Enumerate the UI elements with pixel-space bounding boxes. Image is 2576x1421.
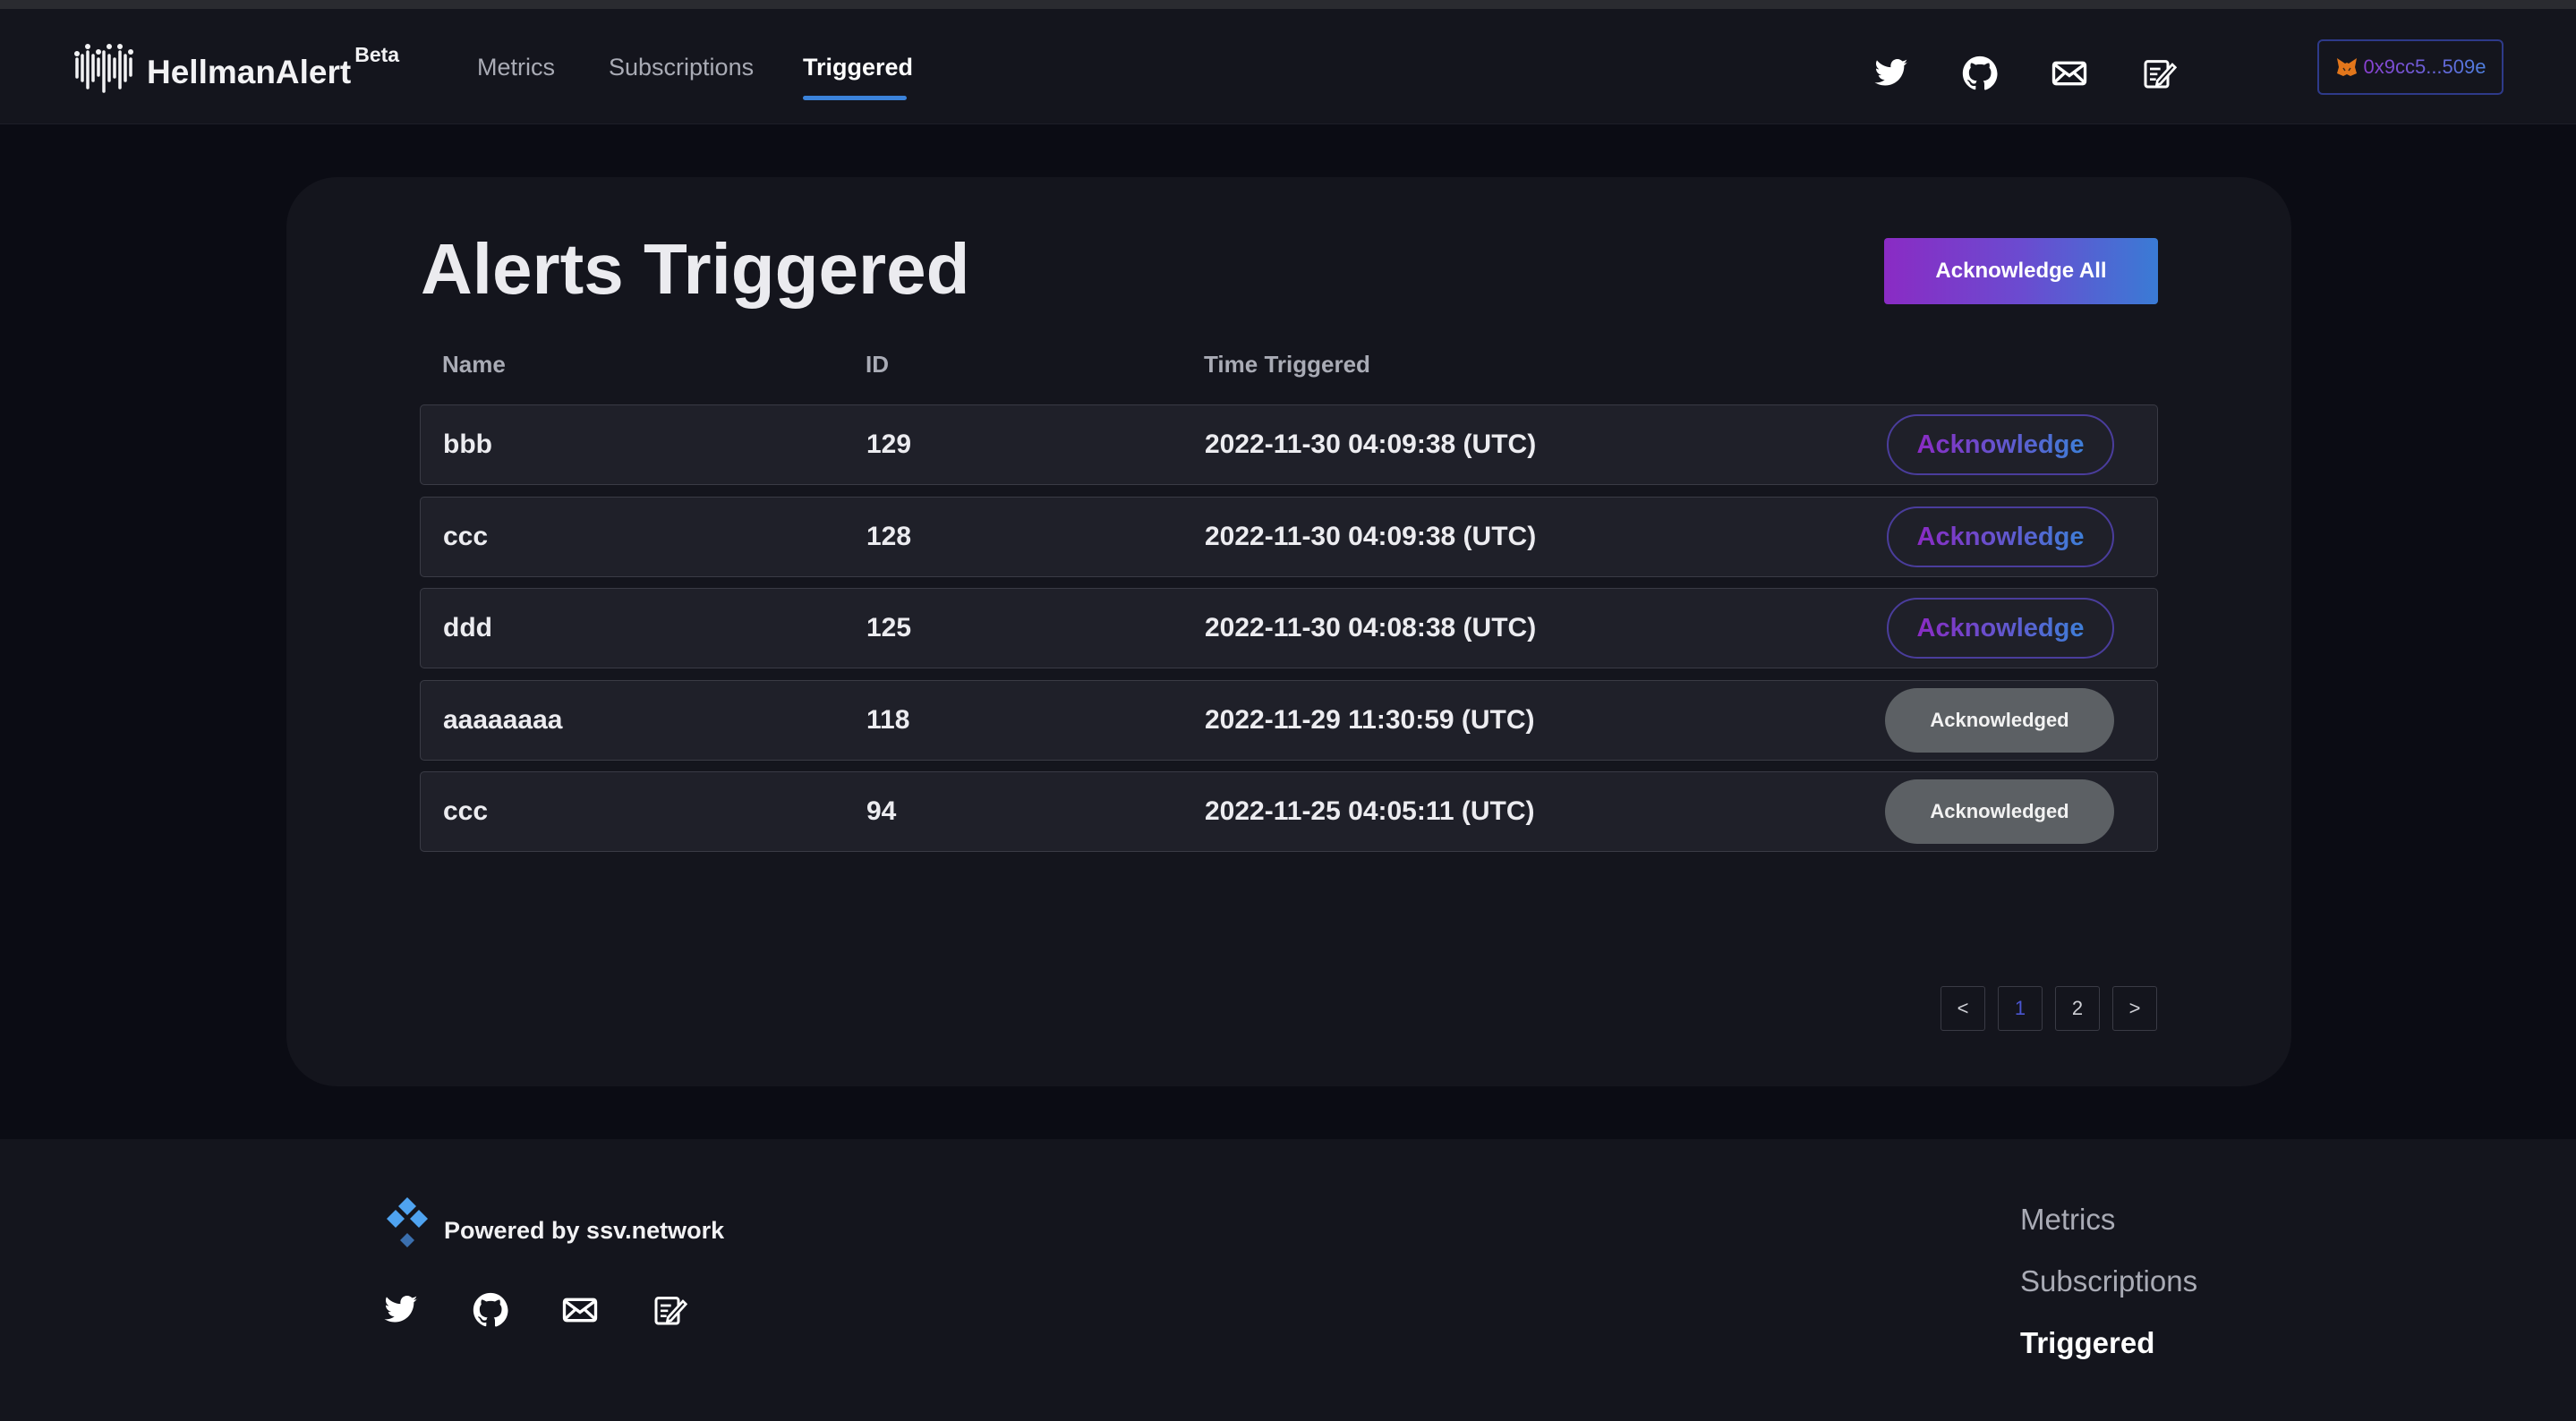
notes-icon[interactable] <box>652 1292 688 1328</box>
alert-time: 2022-11-30 04:09:38 (UTC) <box>1205 430 1537 459</box>
app-name: HellmanAlert <box>147 54 352 90</box>
notes-icon[interactable] <box>2141 55 2178 91</box>
column-header-name: Name <box>442 351 506 378</box>
alert-time: 2022-11-29 11:30:59 (UTC) <box>1205 705 1535 735</box>
window-top-border <box>0 0 2576 9</box>
column-header-time: Time Triggered <box>1204 351 1370 378</box>
github-icon[interactable] <box>1962 55 1998 91</box>
hellman-logo-icon <box>74 44 133 93</box>
pagination-page-2[interactable]: 2 <box>2055 986 2100 1031</box>
mail-icon[interactable] <box>562 1292 598 1328</box>
alert-name: bbb <box>443 430 492 459</box>
table-row: ccc 94 2022-11-25 04:05:11 (UTC) Acknowl… <box>420 771 2158 852</box>
page-title: Alerts Triggered <box>421 229 970 309</box>
acknowledged-badge-button[interactable]: Acknowledged <box>1885 779 2114 844</box>
footer-nav-subscriptions[interactable]: Subscriptions <box>2020 1264 2197 1298</box>
wallet-address: 0x9cc5...509e <box>2363 55 2486 78</box>
ssv-logo-icon <box>387 1197 428 1247</box>
acknowledged-badge-button[interactable]: Acknowledged <box>1885 688 2114 753</box>
alert-time: 2022-11-30 04:08:38 (UTC) <box>1205 613 1537 642</box>
alert-name: aaaaaaaa <box>443 705 563 735</box>
nav-subscriptions[interactable]: Subscriptions <box>609 54 754 81</box>
table-row: ccc 128 2022-11-30 04:09:38 (UTC) Acknow… <box>420 497 2158 577</box>
acknowledge-button[interactable]: Acknowledge <box>1887 598 2114 659</box>
nav-metrics[interactable]: Metrics <box>477 54 555 81</box>
footer-nav-metrics[interactable]: Metrics <box>2020 1203 2115 1237</box>
mail-icon[interactable] <box>2051 55 2087 91</box>
pagination-next-button[interactable]: > <box>2112 986 2157 1031</box>
alert-id: 125 <box>866 613 912 642</box>
beta-badge: Beta <box>354 43 400 66</box>
footer-nav-triggered[interactable]: Triggered <box>2020 1326 2154 1360</box>
alert-name: ccc <box>443 796 489 826</box>
table-row: aaaaaaaa 118 2022-11-29 11:30:59 (UTC) A… <box>420 680 2158 761</box>
table-row: bbb 129 2022-11-30 04:09:38 (UTC) Acknow… <box>420 404 2158 485</box>
acknowledge-all-button[interactable]: Acknowledge All <box>1884 238 2158 304</box>
pagination-prev-button[interactable]: < <box>1941 986 1985 1031</box>
table-row: ddd 125 2022-11-30 04:08:38 (UTC) Acknow… <box>420 588 2158 668</box>
powered-by-text[interactable]: Powered by ssv.network <box>444 1217 724 1245</box>
alert-id: 128 <box>866 522 912 551</box>
nav-triggered[interactable]: Triggered <box>803 54 913 81</box>
alert-id: 129 <box>866 430 912 459</box>
alert-name: ccc <box>443 522 489 551</box>
twitter-icon[interactable] <box>1873 55 1909 91</box>
github-icon[interactable] <box>473 1292 508 1328</box>
alert-time: 2022-11-30 04:09:38 (UTC) <box>1205 522 1537 551</box>
column-header-id: ID <box>866 351 889 378</box>
alert-id: 118 <box>866 705 910 735</box>
wallet-connect-button[interactable]: 0x9cc5...509e <box>2317 39 2503 95</box>
active-nav-indicator <box>803 96 907 100</box>
app-logo[interactable]: HellmanAlert Beta <box>70 39 399 97</box>
acknowledge-button[interactable]: Acknowledge <box>1887 414 2114 475</box>
top-navbar: HellmanAlert Beta Metrics Subscriptions … <box>0 9 2576 124</box>
alert-time: 2022-11-25 04:05:11 (UTC) <box>1205 796 1535 826</box>
alert-id: 94 <box>866 796 897 826</box>
alert-name: ddd <box>443 613 492 642</box>
fox-icon <box>2336 58 2357 76</box>
twitter-icon[interactable] <box>383 1292 419 1328</box>
pagination-page-1[interactable]: 1 <box>1998 986 2043 1031</box>
acknowledge-button[interactable]: Acknowledge <box>1887 506 2114 567</box>
